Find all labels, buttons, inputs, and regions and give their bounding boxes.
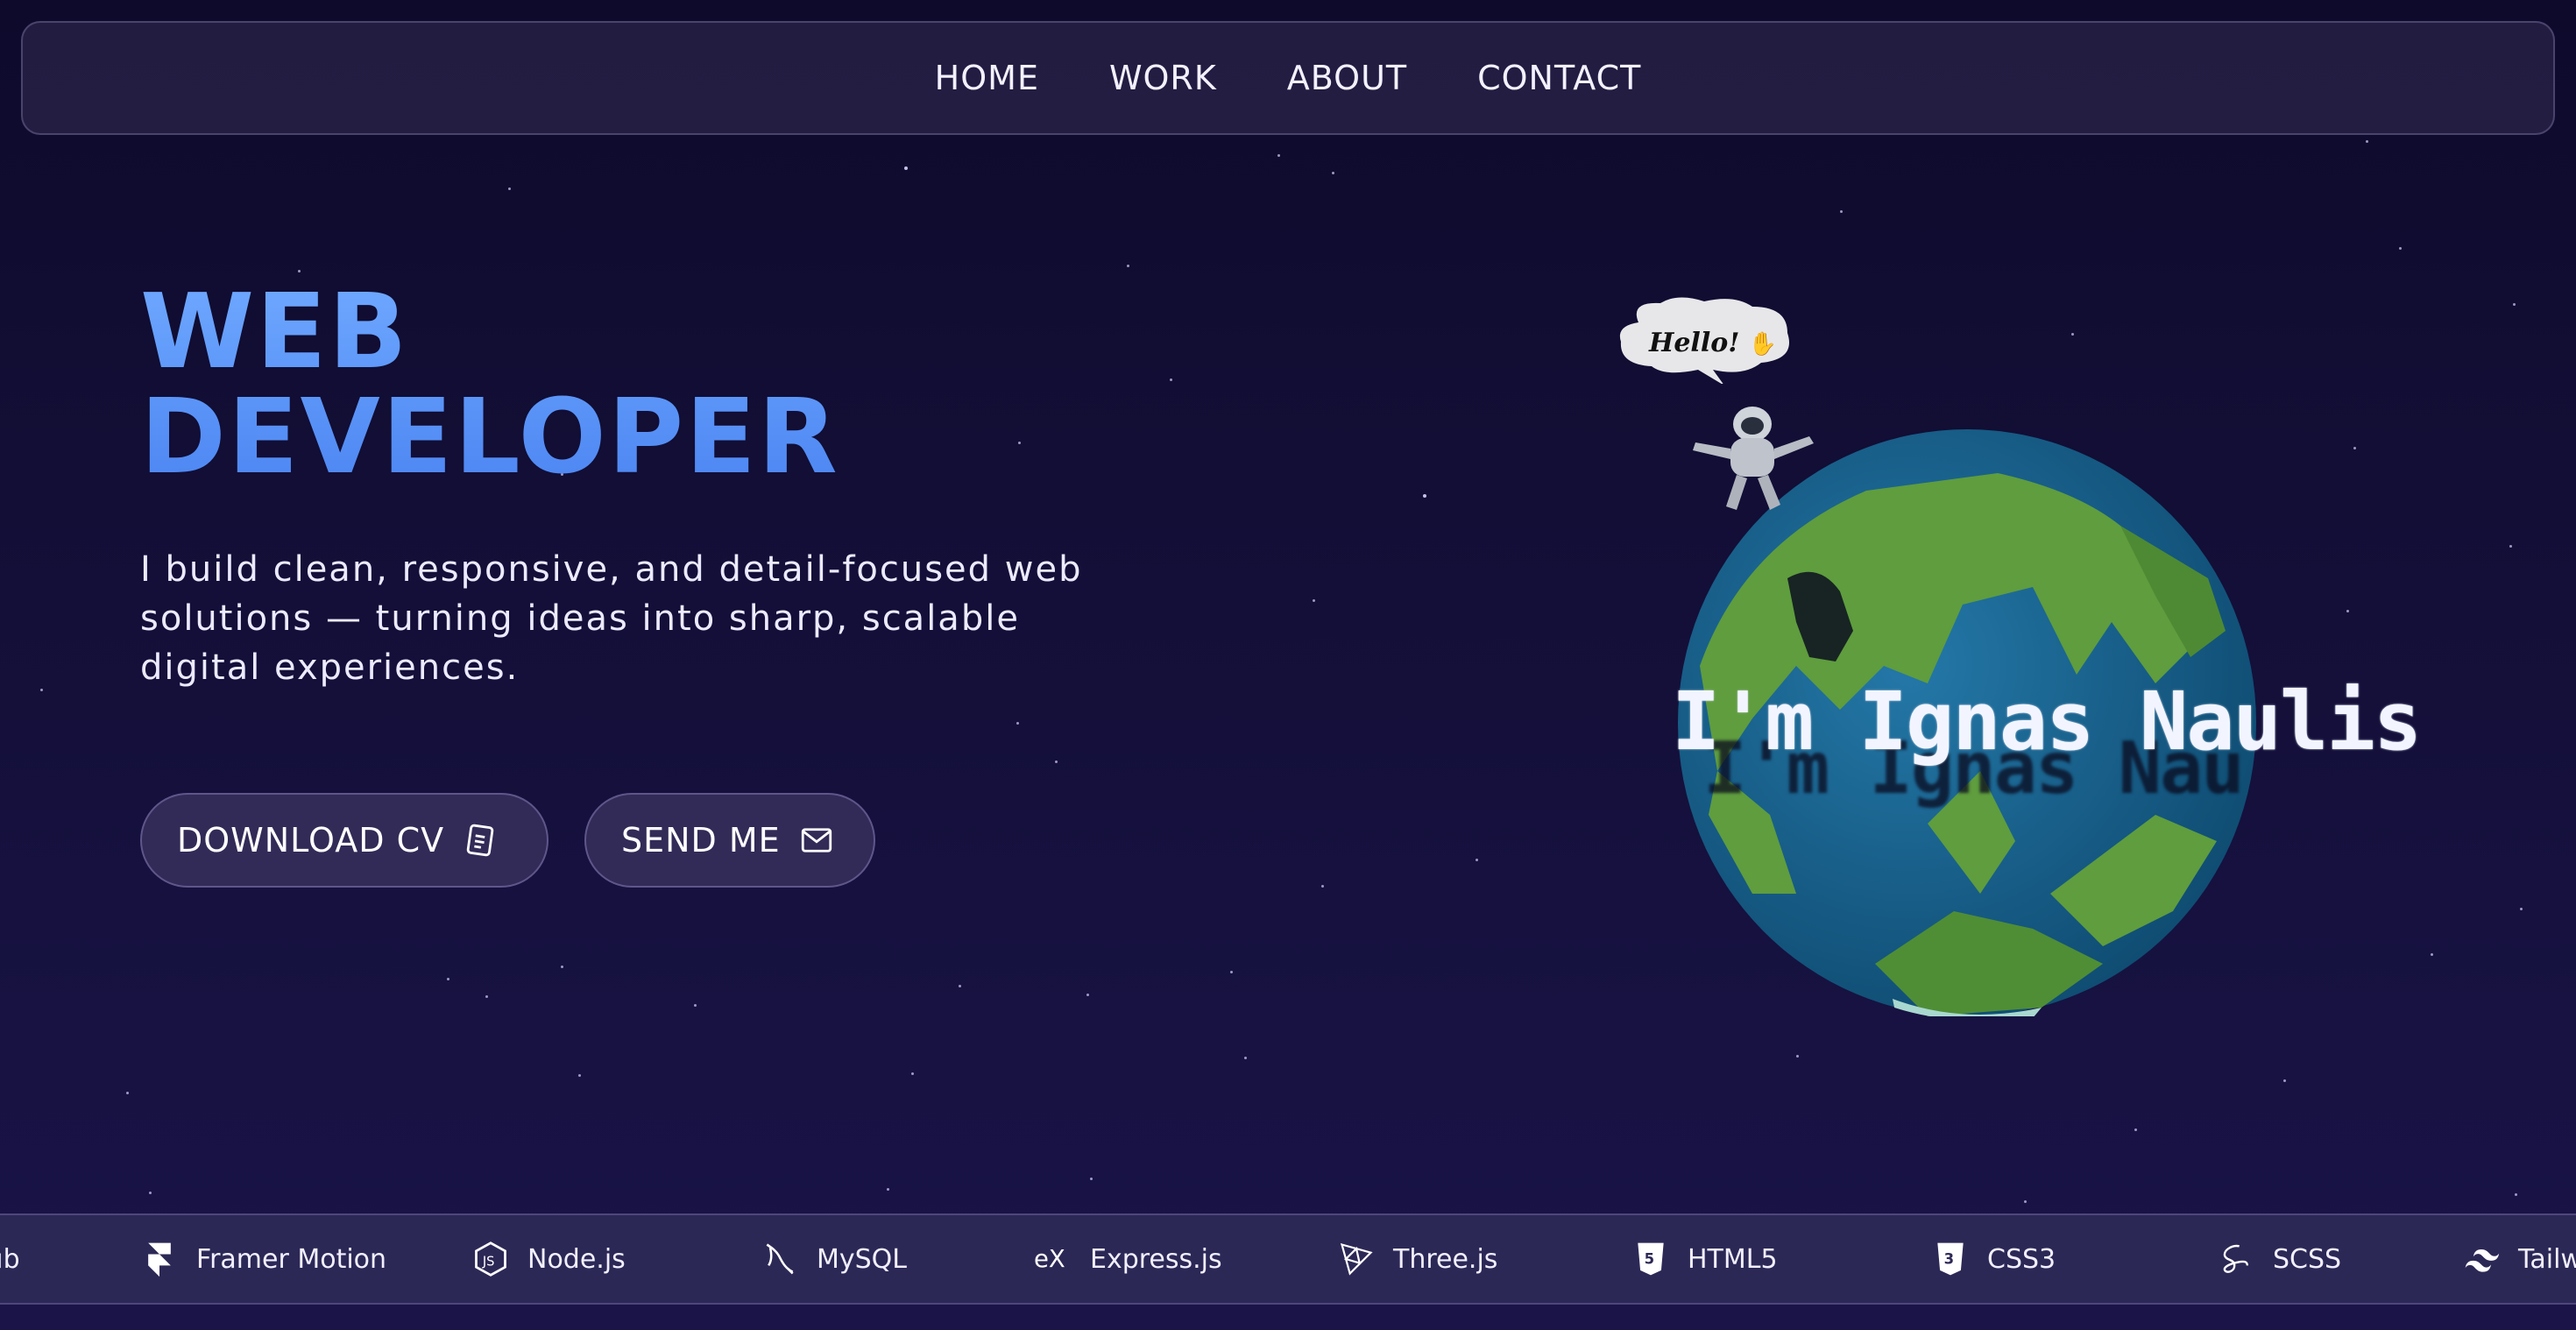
nav-home[interactable]: HOME [935,59,1039,97]
tailwind-icon [2465,1249,2500,1272]
sass-icon [2223,1244,2249,1273]
express-icon: eX [1034,1245,1065,1273]
svg-text:JS: JS [482,1254,495,1269]
ticker-label: Hub [0,1243,20,1275]
globe-scene: Hello! ✋ I'm Ignas Naulis I'm Ignas Naul… [1595,289,2422,1043]
ticker-item: Tailw [2462,1215,2576,1303]
svg-text:5: 5 [1645,1251,1654,1268]
ticker-label: HTML5 [1688,1243,1778,1275]
hero-title-line-1: WEB [140,271,409,392]
ticker-label: SCSS [2273,1243,2342,1275]
ticker-item: Framer Motion [140,1215,386,1303]
mail-icon [801,828,832,852]
ticker-item: 3 CSS3 [1931,1215,2056,1303]
send-me-label: SEND ME [621,821,781,860]
ticker-item: MySQL [761,1215,907,1303]
nodejs-icon: JS [475,1242,506,1277]
download-cv-label: DOWNLOAD CV [177,821,445,860]
framer-icon [148,1242,171,1277]
ticker-label: MySQL [817,1243,908,1275]
ticker-label: Node.js [527,1243,626,1275]
speech-bubble-text: Hello! ✋ [1649,328,1778,358]
css3-icon: 3 [1937,1242,1964,1276]
nav-about[interactable]: ABOUT [1287,59,1407,97]
hero-title: WEB DEVELOPER [140,279,839,489]
ticker-item: eX Express.js [1034,1215,1222,1303]
ticker-label: Express.js [1090,1243,1222,1275]
svg-text:3: 3 [1944,1251,1954,1268]
mysql-dolphin-icon [766,1243,794,1275]
ticker-label: Tailw [2518,1243,2576,1275]
ticker-item: Hub [0,1215,20,1303]
astronaut-icon [1693,407,1814,510]
ticker-item: SCSS [2217,1215,2341,1303]
ticker-label: Framer Motion [196,1243,387,1275]
globe-name-text: I'm Ignas Naulis [1672,675,2422,768]
waving-hand-icon: ✋ [1748,331,1778,357]
hero-description: I build clean, responsive, and detail-fo… [140,549,1083,688]
ticker-item: 5 HTML5 [1631,1215,1778,1303]
download-cv-button[interactable]: DOWNLOAD CV [140,793,548,888]
hero-title-line-2: DEVELOPER [140,376,839,497]
document-icon [466,824,494,857]
threejs-icon [1340,1242,1373,1276]
top-navbar: HOME WORK ABOUT CONTACT [21,21,2555,135]
ticker-item: JS Node.js [471,1215,626,1303]
tech-stack-ticker: Hub Framer Motion JS Node.js MySQL eX Ex… [0,1213,2576,1305]
html5-icon: 5 [1638,1242,1664,1276]
ticker-label: Three.js [1393,1243,1498,1275]
ticker-label: CSS3 [1987,1243,2056,1275]
nav-contact[interactable]: CONTACT [1477,59,1641,97]
nav-work[interactable]: WORK [1109,59,1217,97]
send-me-button[interactable]: SEND ME [584,793,875,888]
svg-text:eX: eX [1034,1245,1065,1273]
ticker-item: Three.js [1337,1215,1497,1303]
